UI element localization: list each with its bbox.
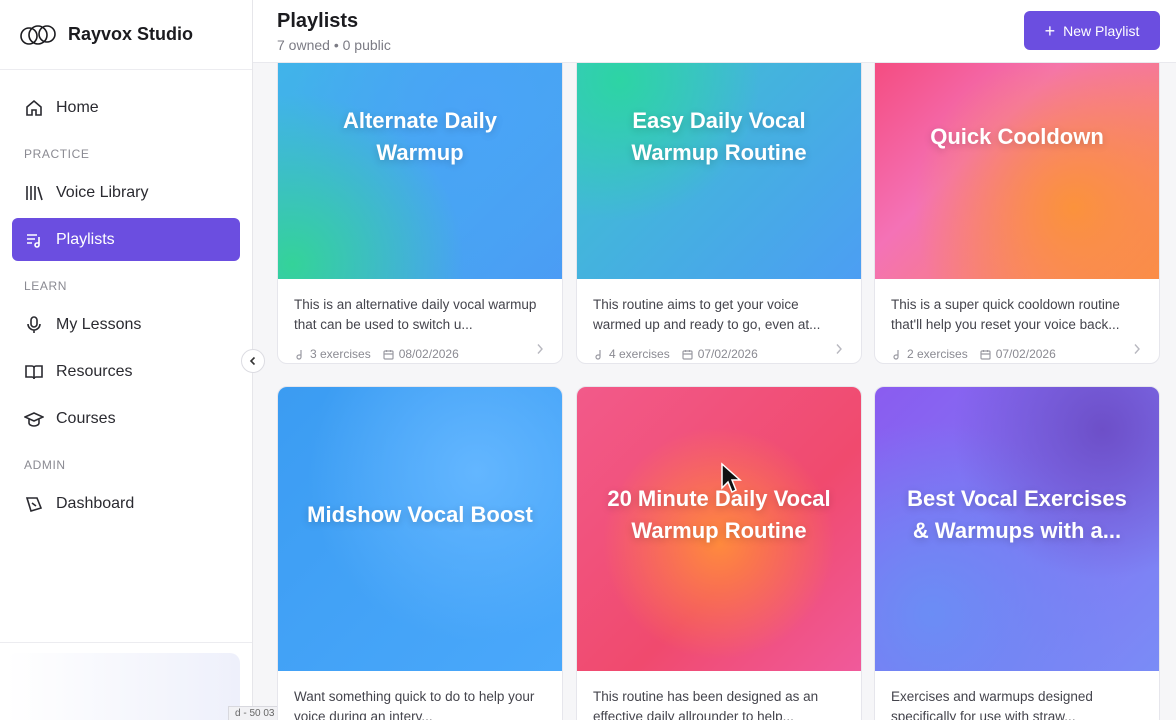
section-label-admin: ADMIN [24,458,66,472]
music-note-icon [893,349,899,360]
sidebar-item-resources[interactable]: Resources [12,350,240,393]
dashboard-icon [24,494,44,514]
microphone-icon [24,315,44,335]
sidebar-item-label: Playlists [56,230,115,248]
app-name: Rayvox Studio [68,24,194,44]
playlist-title: Easy Daily Vocal Warmup Routine [631,108,807,165]
playlist-card[interactable]: 20 Minute Daily Vocal Warmup Routine Thi… [576,386,862,720]
exercise-count: 3 exercises [310,347,371,361]
graduation-cap-icon [24,409,44,429]
sidebar: Rayvox Studio Home PRACTICE Voice Librar… [0,0,253,720]
collapse-sidebar-button[interactable] [241,349,265,373]
playlist-description: This routine aims to get your voice warm… [593,297,821,332]
playlist-description: Want something quick to do to help your … [294,689,535,720]
playlist-cover: 20 Minute Daily Vocal Warmup Routine [577,387,861,671]
playlist-title: Best Vocal Exercises & Warmups with a... [907,486,1127,543]
playlist-description: This is a super quick cooldown routine t… [891,297,1120,332]
playlist-icon [24,230,44,250]
music-note-icon [595,349,601,360]
exercise-count: 4 exercises [609,347,670,361]
sidebar-item-label: My Lessons [56,315,142,333]
user-card[interactable] [6,653,240,720]
page-subtitle: 7 owned • 0 public [277,37,391,53]
mouse-cursor-icon [721,462,742,494]
playlist-meta: 4 exercises 07/02/2026 [577,341,861,363]
playlist-cover: Midshow Vocal Boost [278,387,562,671]
playlist-card[interactable]: Midshow Vocal Boost Want something quick… [277,386,563,720]
book-icon [24,362,44,382]
playlist-title: Alternate Daily Warmup [342,108,498,165]
chevron-right-icon [836,344,842,354]
sidebar-item-label: Dashboard [56,494,135,512]
playlist-date: 08/02/2026 [398,347,459,361]
exercise-count: 2 exercises [907,347,968,361]
page-title: Playlists [277,10,359,32]
calendar-icon [980,349,991,360]
chevron-right-icon [537,344,543,354]
sidebar-item-label: Courses [56,409,116,427]
sidebar-item-label: Home [56,98,99,116]
sidebar-item-playlists[interactable]: Playlists [12,218,240,261]
sidebar-item-my-lessons[interactable]: My Lessons [12,303,240,346]
logo-icon [20,24,56,45]
playlist-title: Quick Cooldown [930,124,1104,149]
section-label-learn: LEARN [24,279,68,293]
playlist-description: Exercises and warmups designed specifica… [891,689,1093,720]
new-playlist-button[interactable]: + New Playlist [1024,11,1160,50]
playlist-title: Midshow Vocal Boost [307,502,533,527]
playlist-cover: Best Vocal Exercises & Warmups with a... [875,387,1159,671]
sidebar-nav: Home PRACTICE Voice Library Playlists LE… [0,70,252,525]
playlist-date: 07/02/2026 [697,347,758,361]
plus-icon: + [1044,20,1056,41]
calendar-icon [682,349,693,360]
chevron-right-icon [1134,344,1140,354]
music-note-icon [296,349,302,360]
sidebar-footer [0,642,252,720]
playlist-meta: 3 exercises 08/02/2026 [278,341,562,363]
calendar-icon [383,349,394,360]
home-icon [24,98,44,118]
playlist-description: This routine has been designed as an eff… [593,689,819,720]
chevron-left-icon [249,356,256,366]
playlist-date: 07/02/2026 [995,347,1056,361]
sidebar-item-label: Resources [56,362,133,380]
sidebar-item-label: Voice Library [56,183,149,201]
library-icon [24,183,44,203]
sidebar-item-courses[interactable]: Courses [12,397,240,440]
brand[interactable]: Rayvox Studio [0,0,252,70]
sidebar-item-home[interactable]: Home [12,86,240,129]
playlist-title: 20 Minute Daily Vocal Warmup Routine [607,486,831,543]
playlist-card[interactable]: Best Vocal Exercises & Warmups with a...… [874,386,1160,720]
section-label-practice: PRACTICE [24,147,90,161]
sidebar-item-dashboard[interactable]: Dashboard [12,482,240,525]
sidebar-item-voice-library[interactable]: Voice Library [12,171,240,214]
new-playlist-label: New Playlist [1063,22,1140,39]
playlist-description: This is an alternative daily vocal warmu… [294,297,537,332]
page-header: Playlists 7 owned • 0 public + New Playl… [253,0,1176,63]
playlist-meta: 2 exercises 07/02/2026 [875,341,1159,363]
